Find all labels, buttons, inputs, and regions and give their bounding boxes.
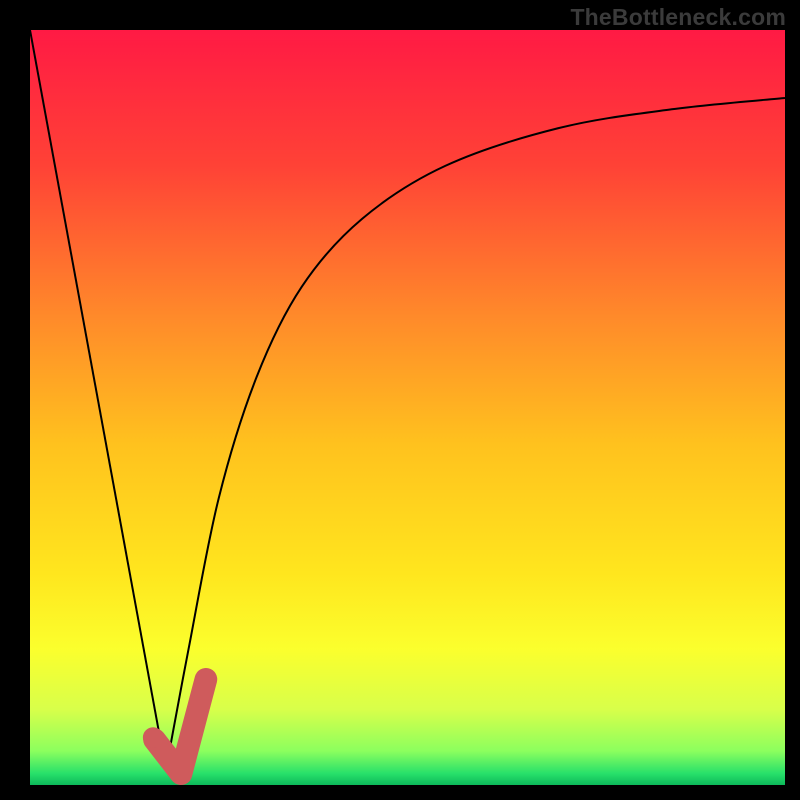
- marker-dot: [143, 727, 163, 747]
- watermark-text: TheBottleneck.com: [570, 4, 786, 31]
- series-right-rise: [166, 98, 785, 770]
- chart-canvas: [30, 30, 785, 785]
- series-left-descent: [30, 30, 166, 770]
- chart-frame: TheBottleneck.com: [0, 0, 800, 800]
- plot-area: [30, 30, 785, 785]
